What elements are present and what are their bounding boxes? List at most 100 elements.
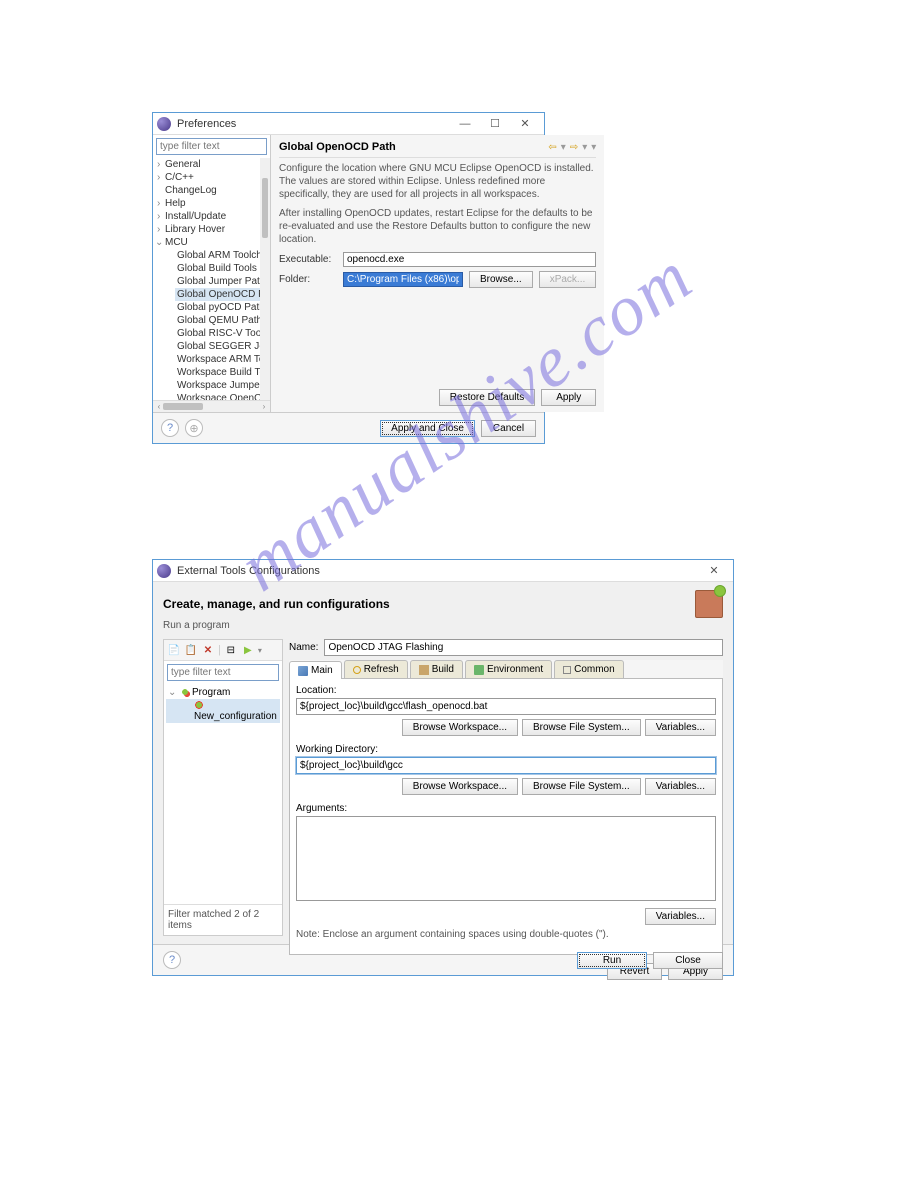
close-button[interactable]: ✕ xyxy=(510,113,540,135)
tab-main[interactable]: Main xyxy=(289,661,342,679)
tree-mcu-item[interactable]: Workspace Build Tools Pat xyxy=(175,366,270,379)
tree-mcu-item[interactable]: Global pyOCD Path xyxy=(175,301,270,314)
tab-build[interactable]: Build xyxy=(410,660,463,678)
browse-workspace-button[interactable]: Browse Workspace... xyxy=(402,778,518,795)
toolbox-icon xyxy=(695,590,723,618)
apply-close-button[interactable]: Apply and Close xyxy=(380,420,475,437)
back-icon[interactable]: ⇦ xyxy=(548,142,556,153)
delete-icon[interactable]: ✕ xyxy=(201,643,215,657)
tree-mcu-item[interactable]: Workspace OpenOCD Path xyxy=(175,392,270,400)
xpack-button[interactable]: xPack... xyxy=(539,271,597,288)
preferences-sidebar: General C/C++ ChangeLog Help Install/Upd… xyxy=(153,135,271,412)
env-tab-icon xyxy=(474,665,484,675)
config-filter-input[interactable] xyxy=(167,664,279,681)
maximize-button[interactable]: ☐ xyxy=(480,113,510,135)
filter-dropdown-icon[interactable]: ▾ xyxy=(258,646,262,655)
preferences-tree[interactable]: General C/C++ ChangeLog Help Install/Upd… xyxy=(153,158,270,400)
external-tools-dialog: External Tools Configurations ✕ Create, … xyxy=(152,559,734,976)
description-2: After installing OpenOCD updates, restar… xyxy=(279,207,596,246)
menu-dropdown-icon[interactable]: ▾ xyxy=(591,142,596,153)
tree-mcu-item[interactable]: Global SEGGER J-Link Path xyxy=(175,340,270,353)
cancel-button[interactable]: Cancel xyxy=(481,420,536,437)
dialog-heading: Create, manage, and run configurations xyxy=(163,597,695,611)
forward-icon[interactable]: ⇨ xyxy=(570,142,578,153)
tree-general[interactable]: General xyxy=(155,158,270,171)
tab-refresh[interactable]: Refresh xyxy=(344,660,408,678)
minimize-button[interactable]: — xyxy=(450,113,480,135)
dialog-subheading: Run a program xyxy=(163,620,723,631)
variables-button[interactable]: Variables... xyxy=(645,908,716,925)
run-button[interactable]: Run xyxy=(577,952,647,969)
titlebar: Preferences — ☐ ✕ xyxy=(153,113,544,135)
tree-mcu-item[interactable]: Global RISC-V Toolchains P xyxy=(175,327,270,340)
restore-defaults-button[interactable]: Restore Defaults xyxy=(439,389,535,406)
eclipse-icon xyxy=(157,564,171,578)
page-title: Global OpenOCD Path xyxy=(279,141,548,153)
tree-mcu-item[interactable]: Workspace ARM Toolchain xyxy=(175,353,270,366)
tree-mcu-item-selected[interactable]: Global OpenOCD Path xyxy=(175,288,270,301)
scroll-right-icon[interactable]: › xyxy=(258,401,270,412)
working-dir-input[interactable] xyxy=(296,757,716,774)
close-button[interactable]: Close xyxy=(653,952,723,969)
name-input[interactable] xyxy=(324,639,723,656)
variables-button[interactable]: Variables... xyxy=(645,719,716,736)
config-editor: Name: Main Refresh Build Environment Com… xyxy=(283,639,723,936)
tree-changelog[interactable]: ChangeLog xyxy=(155,184,270,197)
common-tab-icon xyxy=(563,666,571,674)
config-toolbar: 📄 📋 ✕ | ⊟ ▶ ▾ xyxy=(164,640,282,661)
preferences-footer: ? ⊕ Apply and Close Cancel xyxy=(153,412,544,443)
tree-mcu-children: Global ARM Toolchains Pa Global Build To… xyxy=(155,249,270,400)
tree-libhover[interactable]: Library Hover xyxy=(155,223,270,236)
folder-input[interactable] xyxy=(343,272,463,287)
tree-mcu-item[interactable]: Workspace Jumper Path xyxy=(175,379,270,392)
variables-button[interactable]: Variables... xyxy=(645,778,716,795)
filter-input[interactable] xyxy=(156,138,267,155)
arguments-input[interactable] xyxy=(296,816,716,901)
executable-label: Executable: xyxy=(279,254,337,265)
arguments-note: Note: Enclose an argument containing spa… xyxy=(296,929,716,940)
location-label: Location: xyxy=(296,685,716,696)
tree-mcu-item[interactable]: Global ARM Toolchains Pa xyxy=(175,249,270,262)
config-tree[interactable]: Program New_configuration xyxy=(164,684,282,904)
browse-workspace-button[interactable]: Browse Workspace... xyxy=(402,719,518,736)
arguments-label: Arguments: xyxy=(296,803,716,814)
executable-input[interactable] xyxy=(343,252,596,267)
help-icon[interactable]: ? xyxy=(163,951,181,969)
program-icon xyxy=(180,687,190,697)
tab-environment[interactable]: Environment xyxy=(465,660,552,678)
tab-main-content: Location: Browse Workspace... Browse Fil… xyxy=(289,679,723,955)
tree-cpp[interactable]: C/C++ xyxy=(155,171,270,184)
window-title: Preferences xyxy=(177,118,450,130)
window-title: External Tools Configurations xyxy=(177,565,699,577)
config-icon xyxy=(194,700,204,710)
working-dir-label: Working Directory: xyxy=(296,744,716,755)
configurations-sidebar: 📄 📋 ✕ | ⊟ ▶ ▾ Program New_configuration … xyxy=(163,639,283,936)
browse-button[interactable]: Browse... xyxy=(469,271,533,288)
duplicate-icon[interactable]: 📋 xyxy=(184,643,198,657)
apply-button[interactable]: Apply xyxy=(541,389,596,406)
nav-history: ⇦▾ ⇨▾ ▾ xyxy=(548,142,596,153)
tree-mcu-item[interactable]: Global QEMU Path xyxy=(175,314,270,327)
filter-icon[interactable]: ▶ xyxy=(241,643,255,657)
eclipse-icon xyxy=(157,117,171,131)
tree-help[interactable]: Help xyxy=(155,197,270,210)
close-button[interactable]: ✕ xyxy=(699,560,729,582)
tree-install[interactable]: Install/Update xyxy=(155,210,270,223)
help-icon[interactable]: ? xyxy=(161,419,179,437)
collapse-icon[interactable]: ⊟ xyxy=(224,643,238,657)
description-1: Configure the location where GNU MCU Ecl… xyxy=(279,162,596,201)
tree-program[interactable]: Program xyxy=(166,686,280,699)
tree-new-configuration[interactable]: New_configuration xyxy=(166,699,280,723)
tree-mcu-item[interactable]: Global Build Tools Path xyxy=(175,262,270,275)
browse-filesystem-button[interactable]: Browse File System... xyxy=(522,778,641,795)
location-input[interactable] xyxy=(296,698,716,715)
import-export-icon[interactable]: ⊕ xyxy=(185,419,203,437)
tree-hscroll[interactable]: ‹ › xyxy=(153,400,270,412)
new-config-icon[interactable]: 📄 xyxy=(167,643,181,657)
tab-common[interactable]: Common xyxy=(554,660,624,678)
tree-vscroll[interactable] xyxy=(260,158,270,400)
tree-mcu[interactable]: MCU xyxy=(155,236,270,249)
browse-filesystem-button[interactable]: Browse File System... xyxy=(522,719,641,736)
preferences-main: Global OpenOCD Path ⇦▾ ⇨▾ ▾ Configure th… xyxy=(271,135,604,412)
tree-mcu-item[interactable]: Global Jumper Path xyxy=(175,275,270,288)
